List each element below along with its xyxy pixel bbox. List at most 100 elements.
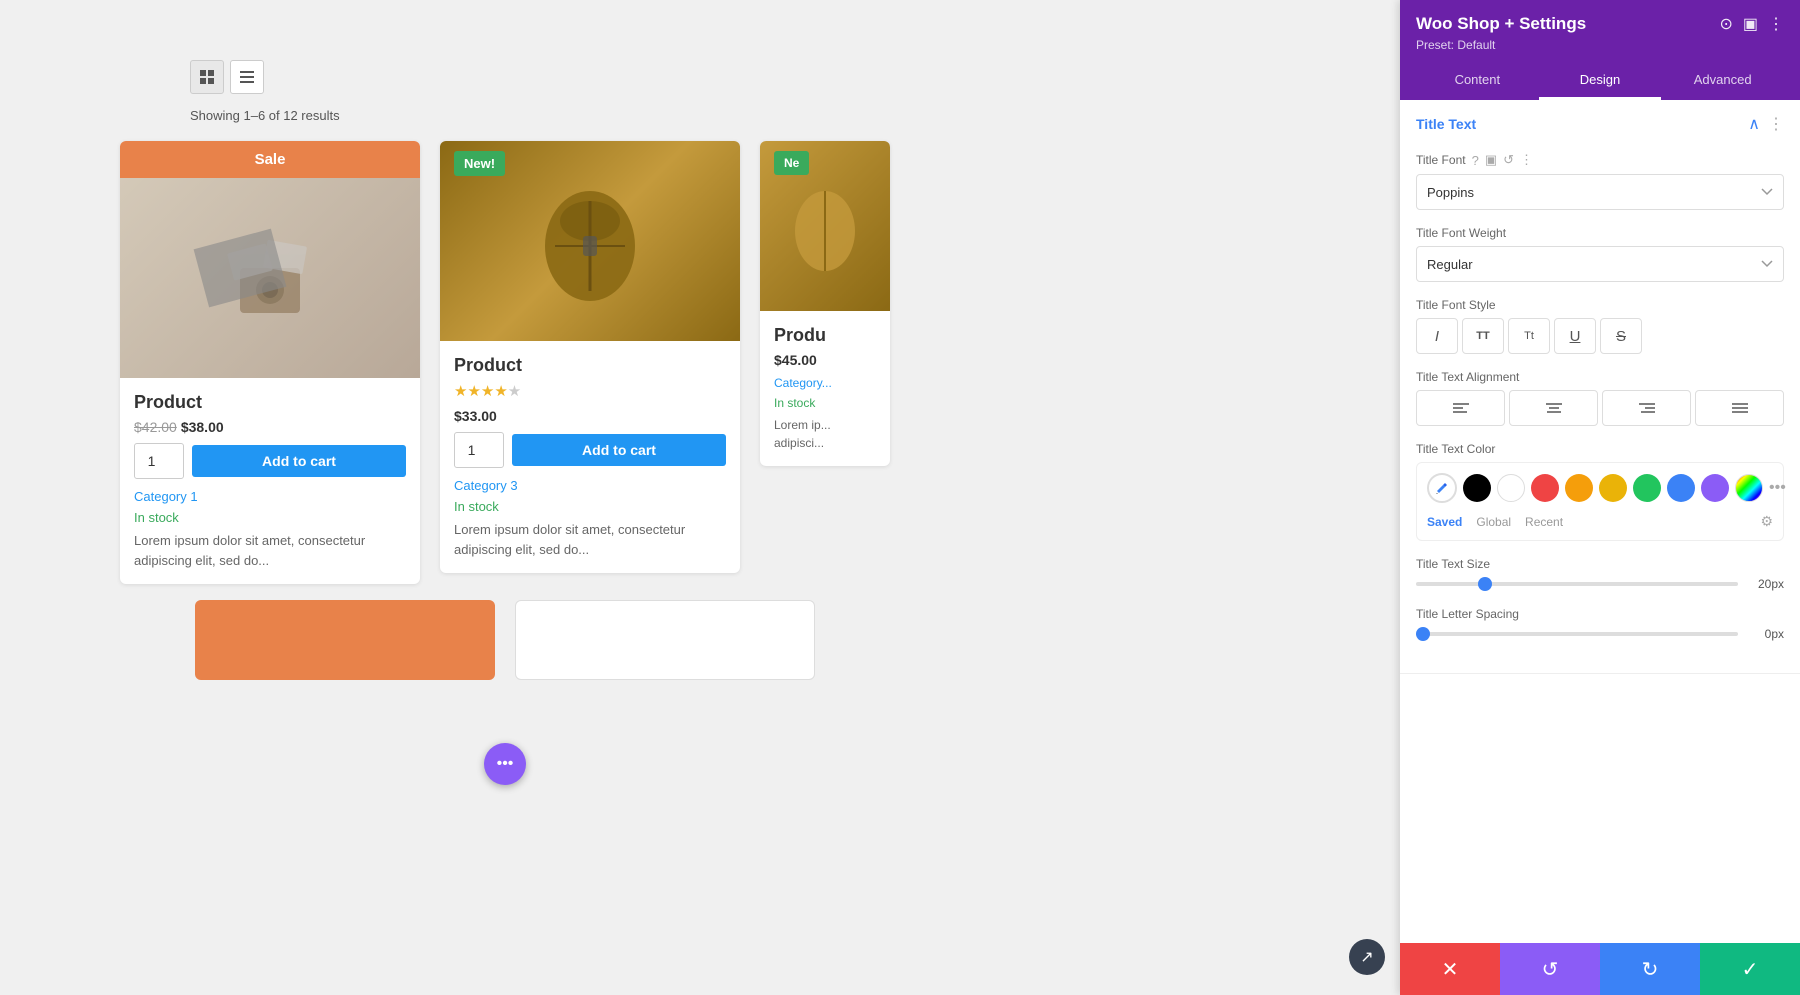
title-text-size-value: 20px <box>1748 577 1784 591</box>
section-more-icon[interactable]: ⋮ <box>1768 114 1784 134</box>
floating-dots-label: ••• <box>497 755 514 773</box>
product-card-partial: Ne Produ $45.00 Category... In stock Lor… <box>760 141 890 466</box>
redo-button[interactable]: ↻ <box>1600 943 1700 995</box>
help-icon[interactable]: ? <box>1472 153 1479 168</box>
font-style-buttons: I TT Tt U S <box>1416 318 1784 354</box>
title-font-weight-select[interactable]: Regular <box>1416 246 1784 282</box>
title-text-section: Title Text ∧ ⋮ Title Font ? ▣ ↺ ⋮ <box>1400 100 1800 674</box>
title-letter-spacing-value: 0px <box>1748 627 1784 641</box>
quantity-input[interactable] <box>134 443 184 479</box>
arrow-icon-symbol: ↗ <box>1360 947 1373 967</box>
font-reset-icon[interactable]: ↺ <box>1503 152 1514 168</box>
add-to-cart-button[interactable]: Add to cart <box>512 434 726 466</box>
product-category[interactable]: Category 1 <box>134 489 406 504</box>
more-colors-button[interactable]: ••• <box>1769 479 1786 497</box>
align-left-button[interactable] <box>1416 390 1505 426</box>
product-description: Lorem ipsum dolor sit amet, consectetur … <box>454 520 726 559</box>
bottom-products-row <box>195 600 815 680</box>
canvas-area: Showing 1–6 of 12 results Sale New! Prod… <box>0 0 1010 995</box>
floating-menu-button[interactable]: ••• <box>484 743 526 785</box>
section-header-title-text[interactable]: Title Text ∧ ⋮ <box>1400 100 1800 148</box>
tab-content[interactable]: Content <box>1416 62 1539 100</box>
list-view-button[interactable] <box>230 60 264 94</box>
title-text-size-label-text: Title Text Size <box>1416 557 1490 571</box>
italic-button[interactable]: I <box>1416 318 1458 354</box>
title-text-alignment-label: Title Text Alignment <box>1416 370 1784 384</box>
more-options-icon[interactable]: ⋮ <box>1768 14 1784 34</box>
title-text-color-label: Title Text Color <box>1416 442 1784 456</box>
grid-view-button[interactable] <box>190 60 224 94</box>
font-more-icon[interactable]: ⋮ <box>1520 152 1533 168</box>
color-swatch-rainbow[interactable] <box>1735 474 1763 502</box>
align-center-button[interactable] <box>1509 390 1598 426</box>
underline-button[interactable]: U <box>1554 318 1596 354</box>
color-tab-recent[interactable]: Recent <box>1525 515 1563 529</box>
title-letter-spacing-slider-row: 0px <box>1416 627 1784 641</box>
color-swatch-purple[interactable] <box>1701 474 1729 502</box>
panel-tabs: Content Design Advanced <box>1416 62 1784 100</box>
layout-icon[interactable]: ▣ <box>1743 14 1758 34</box>
product-category[interactable]: Category 3 <box>454 478 726 493</box>
product-description: Lorem ipsum dolor sit amet, consectetur … <box>134 531 406 570</box>
color-tab-global[interactable]: Global <box>1476 515 1511 529</box>
color-swatch-yellow[interactable] <box>1599 474 1627 502</box>
product-price: $42.00$38.00 <box>134 419 406 435</box>
product-body: Product $42.00$38.00 Add to cart Categor… <box>120 378 420 584</box>
cancel-button[interactable]: ✕ <box>1400 943 1500 995</box>
section-body-title-text: Title Font ? ▣ ↺ ⋮ Poppins Title Font We… <box>1400 148 1800 673</box>
view-toggle <box>190 60 264 94</box>
uppercase-button[interactable]: TT <box>1462 318 1504 354</box>
color-swatch-red[interactable] <box>1531 474 1559 502</box>
undo-button[interactable]: ↺ <box>1500 943 1600 995</box>
save-button[interactable]: ✓ <box>1700 943 1800 995</box>
title-font-style-label-text: Title Font Style <box>1416 298 1496 312</box>
align-justify-button[interactable] <box>1695 390 1784 426</box>
tab-design[interactable]: Design <box>1539 62 1662 100</box>
product-body: Product ★★★★★ $33.00 Add to cart Categor… <box>440 341 740 573</box>
tab-advanced[interactable]: Advanced <box>1661 62 1784 100</box>
color-tab-saved[interactable]: Saved <box>1427 515 1462 529</box>
align-right-button[interactable] <box>1602 390 1691 426</box>
title-text-size-field: Title Text Size 20px <box>1416 557 1784 591</box>
color-swatch-blue[interactable] <box>1667 474 1695 502</box>
showing-results: Showing 1–6 of 12 results <box>190 108 340 123</box>
color-swatch-black[interactable] <box>1463 474 1491 502</box>
new-badge: Ne <box>774 151 809 175</box>
title-font-label-text: Title Font <box>1416 153 1466 167</box>
panel-preset[interactable]: Preset: Default <box>1416 38 1784 52</box>
title-font-select[interactable]: Poppins <box>1416 174 1784 210</box>
title-text-size-slider-row: 20px <box>1416 577 1784 591</box>
settings-icon[interactable]: ⊙ <box>1719 14 1732 34</box>
title-letter-spacing-slider[interactable] <box>1416 632 1738 636</box>
font-copy-icon[interactable]: ▣ <box>1485 152 1497 168</box>
panel-body: Title Text ∧ ⋮ Title Font ? ▣ ↺ ⋮ <box>1400 100 1800 943</box>
collapse-icon[interactable]: ∧ <box>1748 114 1760 134</box>
product-stock: In stock <box>454 499 726 514</box>
section-title-label: Title Text <box>1416 116 1476 132</box>
product-price-value: $33.00 <box>454 408 497 424</box>
strikethrough-button[interactable]: S <box>1600 318 1642 354</box>
arrow-icon[interactable]: ↗ <box>1349 939 1385 975</box>
bottom-product-card-1 <box>195 600 495 680</box>
quantity-input[interactable] <box>454 432 504 468</box>
product-stock: In stock <box>134 510 406 525</box>
color-tabs: Saved Global Recent ⚙ <box>1427 513 1773 530</box>
title-font-style-field: Title Font Style I TT Tt U S <box>1416 298 1784 354</box>
right-panel: Woo Shop + Settings ⊙ ▣ ⋮ Preset: Defaul… <box>1400 0 1800 995</box>
title-font-field: Title Font ? ▣ ↺ ⋮ Poppins <box>1416 152 1784 210</box>
product-name: Product <box>454 355 726 376</box>
title-letter-spacing-field: Title Letter Spacing 0px <box>1416 607 1784 641</box>
color-swatch-orange[interactable] <box>1565 474 1593 502</box>
capitalize-button[interactable]: Tt <box>1508 318 1550 354</box>
color-swatch-white[interactable] <box>1497 474 1525 502</box>
panel-title: Woo Shop + Settings <box>1416 14 1586 34</box>
color-settings-icon[interactable]: ⚙ <box>1760 513 1773 530</box>
title-text-size-slider[interactable] <box>1416 582 1738 586</box>
color-swatch-green[interactable] <box>1633 474 1661 502</box>
panel-title-row: Woo Shop + Settings ⊙ ▣ ⋮ <box>1416 14 1784 34</box>
panel-header-icons: ⊙ ▣ ⋮ <box>1719 14 1784 34</box>
add-to-cart-button[interactable]: Add to cart <box>192 445 406 477</box>
color-picker-button[interactable] <box>1427 473 1457 503</box>
product-price: $45.00 <box>774 352 876 368</box>
product-stars: ★★★★★ <box>454 382 726 400</box>
